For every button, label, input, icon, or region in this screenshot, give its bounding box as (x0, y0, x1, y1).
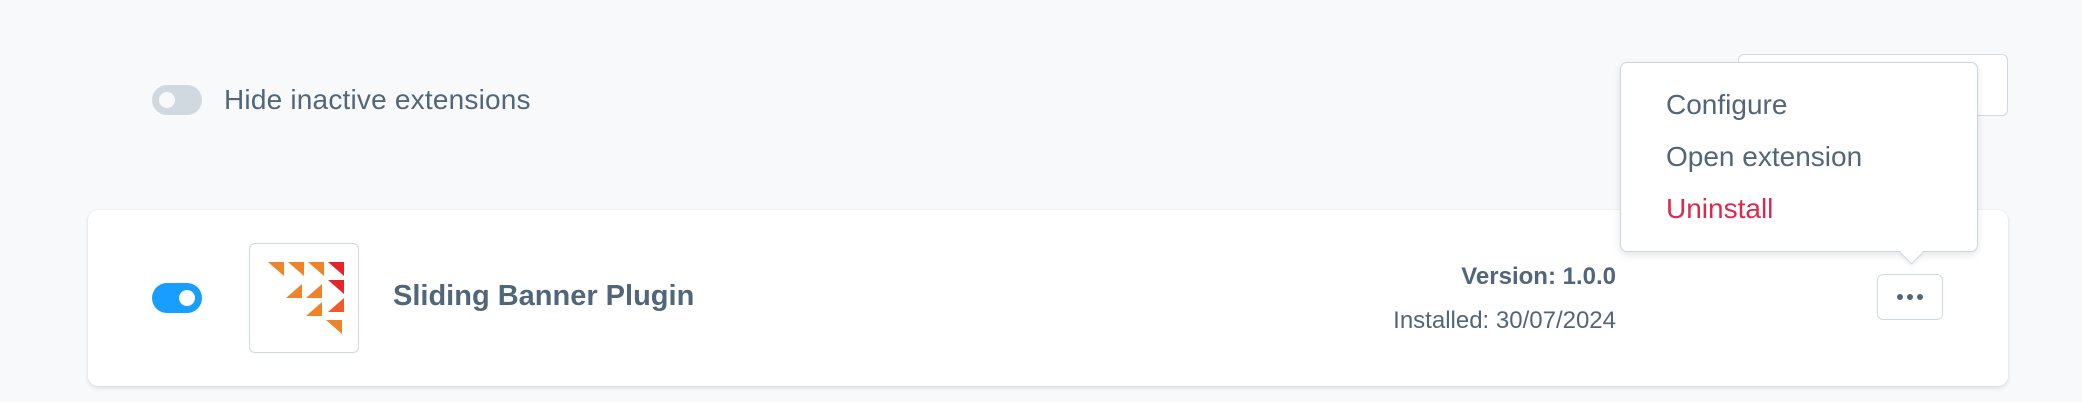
extension-installed-date: Installed: 30/07/2024 (1393, 307, 1616, 334)
extension-meta: Version: 1.0.0 Installed: 30/07/2024 (1393, 262, 1616, 336)
extension-version: Version: 1.0.0 (1461, 263, 1616, 290)
filter-row: Hide inactive extensions (152, 80, 531, 120)
triangle-pattern-icon (268, 262, 344, 334)
toggle-knob (179, 290, 195, 306)
menu-item-open-extension[interactable]: Open extension (1666, 141, 1862, 173)
more-actions-button[interactable] (1877, 274, 1943, 320)
extension-context-menu: Configure Open extension Uninstall (1620, 62, 1978, 252)
toggle-knob (159, 92, 175, 108)
extension-active-toggle[interactable] (152, 283, 202, 313)
ellipsis-icon (1897, 294, 1923, 300)
menu-item-uninstall[interactable]: Uninstall (1666, 193, 1773, 225)
hide-inactive-label: Hide inactive extensions (224, 84, 531, 115)
extension-logo (249, 243, 359, 353)
extension-name: Sliding Banner Plugin (393, 280, 695, 312)
hide-inactive-toggle[interactable] (152, 85, 202, 115)
menu-item-configure[interactable]: Configure (1666, 89, 1787, 121)
